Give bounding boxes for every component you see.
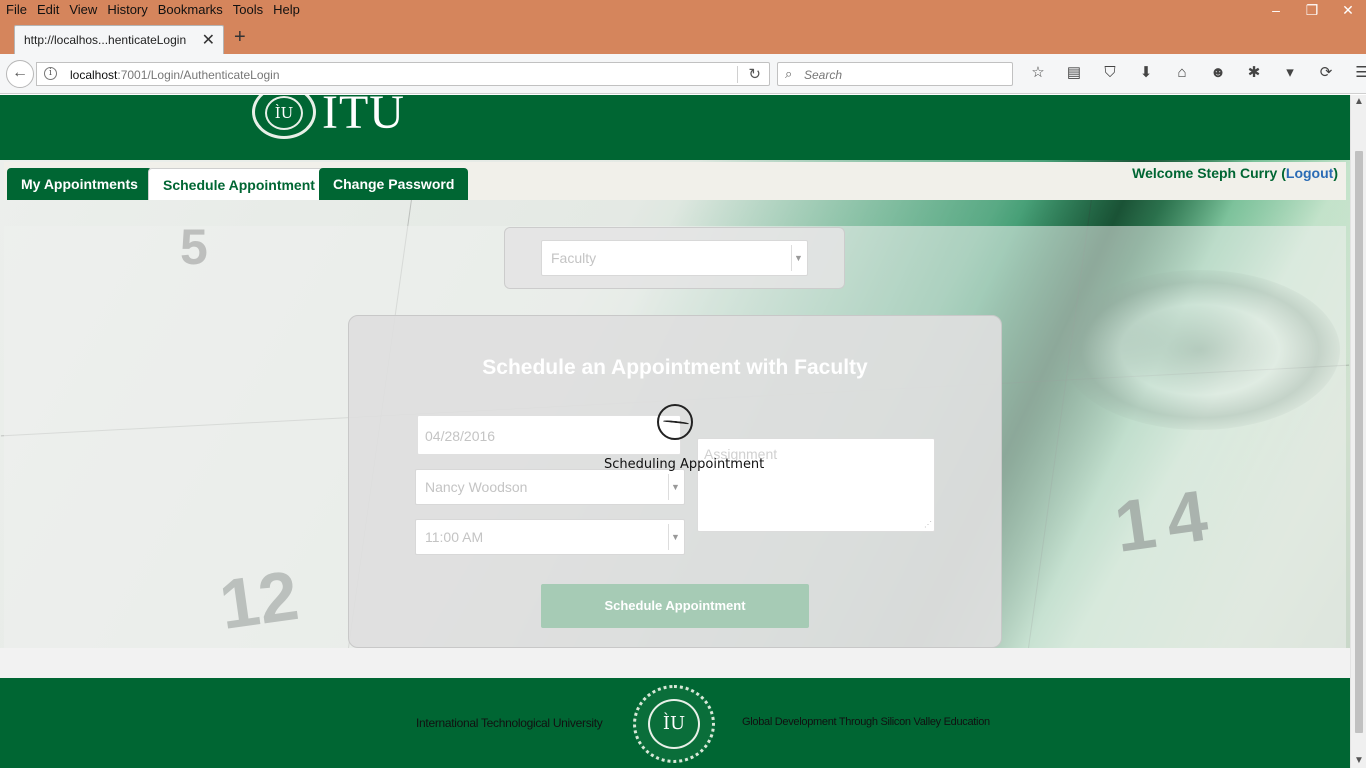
menu-tools[interactable]: Tools [228, 0, 268, 22]
browser-tab-title: http://localhos...henticateLogin [24, 33, 187, 47]
browser-tab[interactable]: http://localhos...henticateLogin ✕ [14, 25, 224, 54]
url-bar[interactable]: i localhost:7001/Login/AuthenticateLogin… [36, 62, 770, 86]
menu-file[interactable]: File [0, 0, 32, 22]
professor-select-value: Nancy Woodson [425, 479, 528, 495]
site-nav-tabs: My Appointments Schedule Appointment Cha… [4, 162, 1346, 200]
scroll-up-icon[interactable]: ▲ [1354, 96, 1364, 107]
download-icon[interactable]: ⬇ [1128, 62, 1164, 86]
itu-seal-logo: ÌU [252, 95, 316, 139]
resize-grip-icon[interactable]: ⋰ [924, 520, 932, 529]
browser-tabstrip: http://localhos...henticateLogin ✕ + [0, 22, 1366, 54]
chevron-down-icon: ▼ [668, 474, 682, 500]
loading-label: Scheduling Appointment [604, 457, 765, 472]
scroll-down-icon[interactable]: ▼ [1354, 755, 1364, 766]
schedule-form-panel: Schedule an Appointment with Faculty 04/… [348, 315, 1002, 648]
url-host: localhost [70, 68, 118, 82]
tab-change-password[interactable]: Change Password [319, 168, 469, 200]
tab-schedule-appointment[interactable]: Schedule Appointment [148, 168, 330, 200]
menu-history[interactable]: History [102, 0, 152, 22]
footer-university-name: International Technological University [416, 716, 603, 730]
pocket-icon[interactable]: ⛉ [1092, 62, 1128, 86]
assignment-textarea[interactable]: Assignment ⋰ [697, 438, 935, 532]
sync-icon[interactable]: ⟳ [1308, 62, 1344, 86]
schedule-appointment-button[interactable]: Schedule Appointment [541, 584, 809, 628]
tab-close-icon[interactable]: ✕ [202, 30, 215, 50]
menu-help[interactable]: Help [268, 0, 305, 22]
professor-select[interactable]: Nancy Woodson ▼ [415, 469, 685, 505]
url-separator [737, 66, 738, 83]
hello-icon[interactable]: ☻ [1200, 62, 1236, 86]
menu-icon[interactable]: ☰ [1344, 62, 1366, 86]
minimize-icon[interactable]: – [1258, 0, 1294, 22]
welcome-close-paren: ) [1333, 165, 1338, 181]
reload-icon[interactable]: ↻ [748, 65, 761, 83]
restore-icon[interactable]: ❐ [1294, 0, 1330, 22]
window-controls: – ❐ ✕ [1258, 0, 1366, 22]
welcome-text: Welcome Steph Curry ( [1132, 165, 1286, 181]
search-icon: ⌕ [785, 66, 793, 81]
faculty-filter-panel: Faculty ▼ [504, 227, 845, 289]
new-tab-icon[interactable]: + [234, 26, 246, 49]
time-select[interactable]: 11:00 AM ▼ [415, 519, 685, 555]
menu-edit[interactable]: Edit [32, 0, 64, 22]
browser-navbar: ← i localhost:7001/Login/AuthenticateLog… [0, 54, 1366, 94]
logout-link[interactable]: Logout [1286, 165, 1333, 181]
welcome-message: Welcome Steph Curry (Logout) [1132, 165, 1338, 181]
chevron-down-icon: ▼ [668, 524, 682, 550]
itu-wordmark: ITU [322, 95, 405, 139]
back-arrow-icon[interactable]: ← [6, 60, 34, 88]
time-select-value: 11:00 AM [425, 529, 484, 545]
tab-my-appointments[interactable]: My Appointments [7, 168, 152, 200]
page-scrollbar[interactable]: ▲ ▼ [1350, 95, 1366, 768]
date-field[interactable]: 04/28/2016 [417, 415, 681, 455]
loading-spinner-icon [657, 404, 693, 440]
toolbar-icons: ☆ ▤ ⛉ ⬇ ⌂ ☻ ✱ ▾ ⟳ ☰ [1020, 62, 1366, 86]
menu-view[interactable]: View [64, 0, 102, 22]
footer-seal-logo: ÌU [633, 685, 715, 763]
seal-monogram-icon: ÌU [265, 96, 303, 130]
reading-list-icon[interactable]: ▤ [1056, 62, 1092, 86]
extension-icon[interactable]: ✱ [1236, 62, 1272, 86]
search-placeholder: Search [804, 68, 843, 82]
url-path: :7001/Login/AuthenticateLogin [117, 68, 280, 82]
scrollbar-thumb[interactable] [1355, 151, 1363, 733]
site-footer: International Technological University Ì… [0, 678, 1350, 768]
seal-monogram-icon: ÌU [648, 699, 700, 749]
form-title: Schedule an Appointment with Faculty [482, 356, 868, 379]
browser-menubar: File Edit View History Bookmarks Tools H… [0, 0, 1366, 22]
site-info-icon[interactable]: i [44, 67, 57, 80]
site-header: ÌU ITU [0, 95, 1350, 160]
url-text: localhost:7001/Login/AuthenticateLogin [70, 68, 280, 82]
spinner-hand [662, 419, 690, 426]
overflow-chevron-icon[interactable]: ▾ [1272, 62, 1308, 86]
menu-bookmarks[interactable]: Bookmarks [153, 0, 228, 22]
page-bottom-strip [0, 648, 1350, 678]
close-window-icon[interactable]: ✕ [1330, 0, 1366, 22]
chevron-down-icon: ▼ [791, 245, 805, 271]
footer-tagline: Global Development Through Silicon Valle… [742, 716, 990, 728]
faculty-select-value: Faculty [551, 250, 597, 266]
bookmark-star-icon[interactable]: ☆ [1020, 62, 1056, 86]
home-icon[interactable]: ⌂ [1164, 62, 1200, 86]
faculty-select[interactable]: Faculty ▼ [541, 240, 808, 276]
search-bar[interactable]: ⌕ Search [777, 62, 1013, 86]
